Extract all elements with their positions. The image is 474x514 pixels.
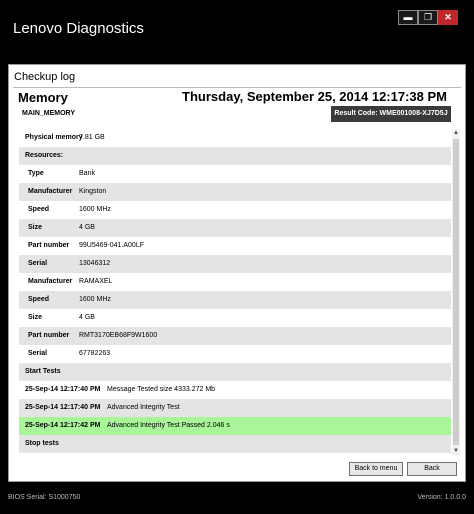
row-key: Physical memory: [25, 134, 83, 141]
table-row: Serial 67782263: [19, 345, 451, 363]
title-bar: Lenovo Diagnostics ▬ ❐ ✕: [0, 0, 474, 62]
vertical-scrollbar[interactable]: ▲ ▼: [452, 129, 460, 455]
row-value: RMT3170EB68F9W1600: [79, 332, 158, 339]
row-value: 4 GB: [79, 224, 95, 231]
row-key: Serial: [28, 260, 48, 267]
row-key: Manufacturer: [28, 278, 73, 285]
divider: [13, 87, 461, 88]
table-row: 25-Sep-14 12:17:40 PM Advanced Integrity …: [19, 399, 451, 417]
row-key: Speed: [28, 296, 50, 303]
row-key: Manufacturer: [28, 188, 73, 195]
bios-serial: BIOS Serial: S1000750: [8, 494, 81, 501]
table-row: Part number RMT3170EB68F9W1600: [19, 327, 451, 345]
section-header-label: Stop tests: [25, 440, 59, 447]
device-id: MAIN_MEMORY: [22, 110, 76, 117]
section-header-label: Start Tests: [25, 368, 61, 375]
row-value: 1600 MHz: [79, 206, 111, 213]
row-value: 13046312: [79, 260, 111, 267]
table-row: Speed 1600 MHz: [19, 201, 451, 219]
row-value: 7.81 GB: [79, 134, 105, 141]
log-message: Advanced Integrity Test: [107, 404, 180, 411]
log-section-header: Stop tests: [19, 435, 451, 453]
test-datetime: Thursday, September 25, 2014 12:17:38 PM: [182, 89, 447, 104]
log-timestamp: 25-Sep-14 12:17:40 PM: [25, 386, 101, 393]
row-value: 1600 MHz: [79, 296, 111, 303]
log-timestamp: 25-Sep-14 12:17:42 PM: [25, 422, 101, 429]
scroll-up-icon[interactable]: ▲: [452, 129, 460, 137]
table-row: Size 4 GB: [19, 219, 451, 237]
table-row: 25-Sep-14 12:17:40 PM Message Tested size…: [19, 381, 451, 399]
log-timestamp: 25-Sep-14 12:17:40 PM: [25, 404, 101, 411]
scroll-down-icon[interactable]: ▼: [452, 447, 460, 455]
back-to-menu-button[interactable]: Back to menu: [349, 462, 403, 476]
back-button[interactable]: Back: [407, 462, 457, 476]
log-list[interactable]: Physical memory 7.81 GB Resources: Type Bank…: [19, 129, 451, 455]
row-key: Size: [28, 224, 43, 231]
table-row: Size 4 GB: [19, 309, 451, 327]
result-code-badge: Result Code: WME001008-XJ7D5J: [331, 106, 451, 122]
log-section-header: Start Tests: [19, 363, 451, 381]
row-key: Speed: [28, 206, 50, 213]
row-key: Size: [28, 314, 43, 321]
row-key: Serial: [28, 350, 48, 357]
row-value: 99U5469-041.A00LF: [79, 242, 144, 249]
table-row: Part number 99U5469-041.A00LF: [19, 237, 451, 255]
close-button[interactable]: ✕: [438, 10, 458, 25]
log-message: Message Tested size 4333.272 Mb: [107, 386, 216, 393]
row-key: Type: [28, 170, 44, 177]
checkup-log-panel: Checkup log Memory Thursday, September 2…: [8, 64, 466, 482]
row-key: Part number: [28, 242, 70, 249]
row-value: Bank: [79, 170, 95, 177]
row-value: RAMAXEL: [79, 278, 113, 285]
table-row: Serial 13046312: [19, 255, 451, 273]
restore-button[interactable]: ❐: [418, 10, 438, 25]
row-value: 67782263: [79, 350, 111, 357]
row-key: Part number: [28, 332, 70, 339]
row-value: 4 GB: [79, 314, 95, 321]
minimize-button[interactable]: ▬: [398, 10, 418, 25]
app-title: Lenovo Diagnostics: [13, 20, 144, 37]
table-row: Physical memory 7.81 GB: [19, 129, 451, 147]
table-row: Type Bank: [19, 165, 451, 183]
log-section-header: Resources:: [19, 147, 451, 165]
table-row: 25-Sep-14 12:17:42 PM Advanced Integrity …: [19, 417, 451, 435]
row-value: Kingston: [79, 188, 107, 195]
version-label: Version: 1.0.0.0: [417, 494, 466, 501]
table-row: Manufacturer RAMAXEL: [19, 273, 451, 291]
log-message: Advanced Integrity Test Passed 2.046 s: [107, 422, 230, 429]
table-row: Manufacturer Kingston: [19, 183, 451, 201]
panel-title: Checkup log: [14, 71, 76, 83]
section-title: Memory: [18, 90, 68, 105]
scroll-thumb[interactable]: [453, 139, 459, 445]
section-header-label: Resources:: [25, 152, 64, 159]
table-row: Speed 1600 MHz: [19, 291, 451, 309]
